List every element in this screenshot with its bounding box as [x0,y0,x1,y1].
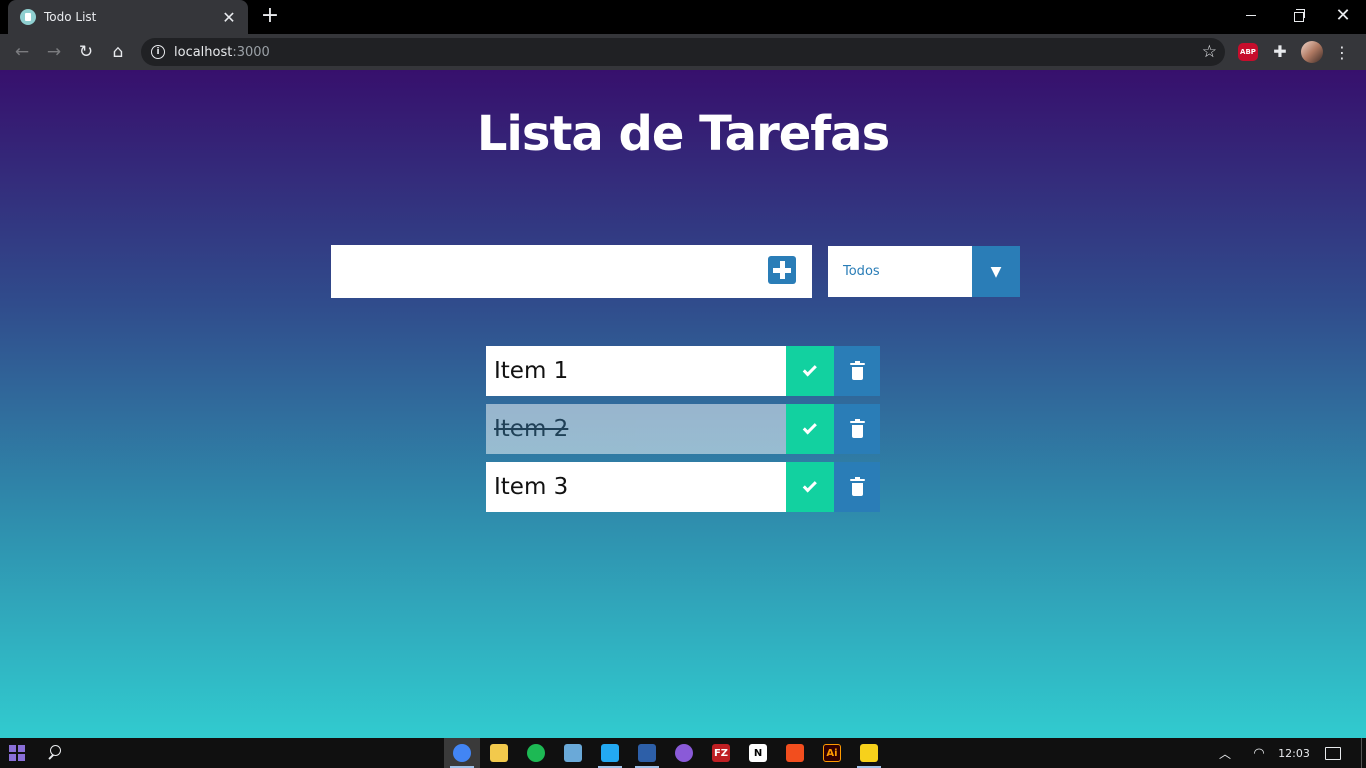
windows-taskbar: FZ N Ai ︿ ◠ 12:03 [0,738,1366,768]
taskbar-clock[interactable]: 12:03 [1274,738,1314,768]
forward-arrow-icon[interactable]: → [41,39,67,65]
file-explorer-icon [490,744,508,762]
chrome-icon [453,744,471,762]
vscode-icon [601,744,619,762]
delete-button[interactable] [834,404,880,454]
reload-icon[interactable]: ↻ [73,39,99,65]
notification-center-icon[interactable] [1322,738,1344,768]
delete-button[interactable] [834,462,880,512]
address-bar[interactable]: i localhost:3000 ☆ [141,38,1225,66]
complete-button[interactable] [786,462,834,512]
todo-item-text: Item 2 [486,404,786,454]
back-arrow-icon[interactable]: ← [9,39,35,65]
taskbar-app-chrome[interactable] [444,738,480,768]
start-button-icon[interactable] [9,745,25,761]
complete-button[interactable] [786,404,834,454]
figma-icon [786,744,804,762]
trash-icon [849,476,865,496]
notepad-icon [564,744,582,762]
trash-icon [849,418,865,438]
filter-select[interactable]: Todos ▼ [828,246,1020,297]
todo-item-text: Item 1 [486,346,786,396]
taskbar-app-spotify[interactable] [518,738,554,768]
network-icon[interactable]: ◠ [1250,738,1268,768]
taskbar-app-figma[interactable] [777,738,813,768]
url-host: localhost [174,44,233,60]
bookmark-star-icon[interactable]: ☆ [1202,42,1217,62]
taskbar-app-file-explorer[interactable] [481,738,517,768]
todo-form [331,245,812,298]
sticky-notes-icon [860,744,878,762]
search-icon[interactable] [46,744,64,762]
todo-item: Item 3 [486,462,880,512]
adblock-plus-icon[interactable]: ABP [1238,43,1258,61]
todo-input[interactable] [331,245,751,298]
check-icon [802,361,817,376]
spotify-icon [527,744,545,762]
taskbar-app-sticky-notes[interactable] [851,738,887,768]
taskbar-app-notepad[interactable] [555,738,591,768]
dropdown-arrow-icon[interactable]: ▼ [972,246,1020,297]
tab-close-icon[interactable]: ✕ [220,8,238,27]
illustrator-icon: Ai [823,744,841,762]
todo-app-page: Lista de Tarefas Todos ▼ Item 1 Item 2 I… [0,70,1366,738]
add-todo-button[interactable] [768,256,796,284]
taskbar-app-powershell[interactable] [629,738,665,768]
tab-favicon-icon [20,9,36,25]
window-close-button[interactable]: ✕ [1320,0,1366,30]
browser-menu-icon[interactable]: ⋮ [1334,41,1350,63]
taskbar-app-notion[interactable]: N [740,738,776,768]
page-title: Lista de Tarefas [476,106,890,162]
taskbar-app-github-desktop[interactable] [666,738,702,768]
taskbar-app-illustrator[interactable]: Ai [814,738,850,768]
powershell-icon [638,744,656,762]
show-desktop-button[interactable] [1361,738,1366,768]
todo-item: Item 1 [486,346,880,396]
browser-tabstrip: Todo List ✕ + ✕ [0,0,1366,34]
extensions-puzzle-icon[interactable]: ✚ [1270,41,1290,61]
delete-button[interactable] [834,346,880,396]
complete-button[interactable] [786,346,834,396]
url-port: :3000 [232,44,270,60]
taskbar-app-filezilla[interactable]: FZ [703,738,739,768]
github-desktop-icon [675,744,693,762]
show-hidden-icons-chevron-icon[interactable]: ︿ [1216,738,1234,768]
trash-icon [849,360,865,380]
todo-item: Item 2 [486,404,880,454]
filezilla-icon: FZ [712,744,730,762]
todo-list: Item 1 Item 2 Item 3 [486,346,880,520]
window-restore-button[interactable] [1274,0,1320,30]
notion-icon: N [749,744,767,762]
browser-toolbar: ← → ↻ ⌂ i localhost:3000 ☆ [0,34,1366,70]
taskbar-app-vscode[interactable] [592,738,628,768]
window-minimize-button[interactable] [1228,0,1274,30]
check-icon [802,419,817,434]
filter-selected-value: Todos [843,264,880,279]
todo-item-text: Item 3 [486,462,786,512]
new-tab-button[interactable]: + [258,5,282,28]
profile-avatar[interactable] [1301,41,1323,63]
home-icon[interactable]: ⌂ [105,39,131,65]
tab-title: Todo List [44,10,97,24]
browser-tab-todo-list[interactable]: Todo List ✕ [8,0,248,34]
check-icon [802,477,817,492]
site-info-icon[interactable]: i [151,45,165,59]
